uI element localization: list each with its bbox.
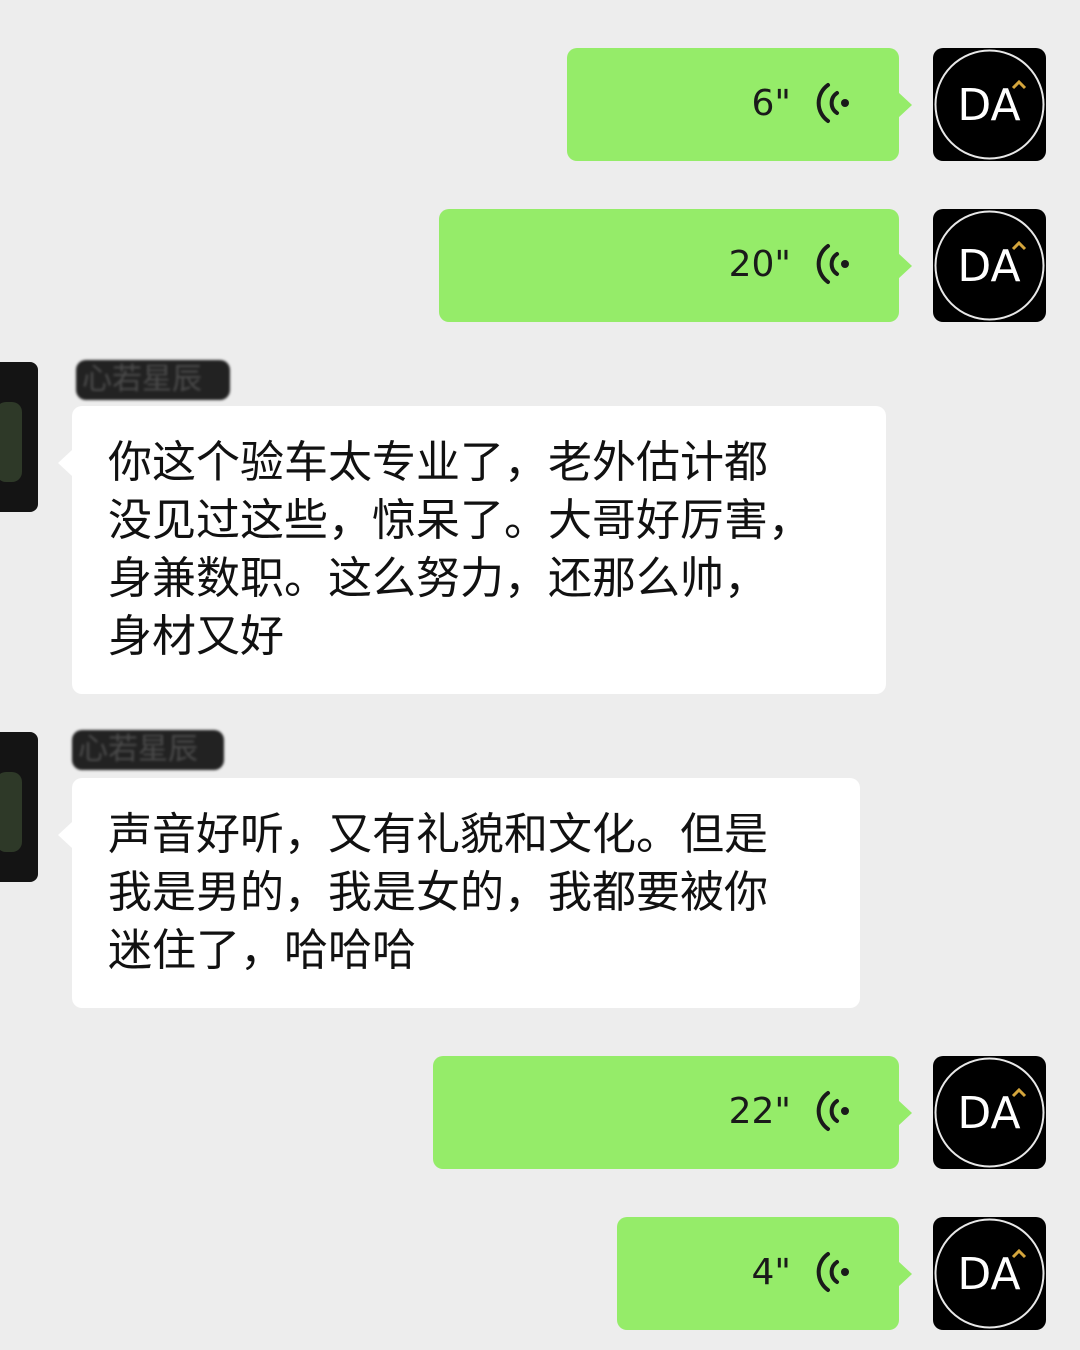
voice-message-bubble[interactable]: 20" [439,209,912,322]
message-line: 迷住了，哈哈哈 [108,925,416,976]
voice-wave-icon [815,1090,851,1136]
voice-message-bubble[interactable]: 6" [567,48,912,161]
message-line: 身兼数职。这么努力，还那么帅， [108,553,768,604]
avatar[interactable]: DA [933,209,1046,322]
avatar-text: DA [957,80,1020,131]
voice-duration: 20" [728,244,791,285]
avatar[interactable]: DA [933,1217,1046,1330]
avatar-text: DA [957,241,1020,292]
voice-wave-icon [815,82,851,128]
sender-name: 心若星辰 [76,360,230,400]
voice-duration: 22" [728,1091,791,1132]
text-message-bubble[interactable]: 声音好听，又有礼貌和文化。但是 我是男的，我是女的，我都要被你 迷住了，哈哈哈 [58,778,860,1008]
avatar-text: DA [957,1088,1020,1139]
voice-duration: 6" [751,83,791,124]
voice-message-bubble[interactable]: 4" [617,1217,912,1330]
avatar[interactable] [0,362,38,512]
message-line: 身材又好 [108,611,284,662]
voice-wave-icon [815,1251,851,1297]
voice-message-bubble[interactable]: 22" [433,1056,912,1169]
avatar[interactable]: DA [933,1056,1046,1169]
message-line: 没见过这些，惊呆了。大哥好厉害， [108,495,812,546]
avatar[interactable] [0,732,38,882]
voice-duration: 4" [751,1252,791,1293]
avatar[interactable]: DA [933,48,1046,161]
avatar-text: DA [957,1249,1020,1300]
message-line: 你这个验车太专业了，老外估计都 [108,437,768,488]
message-line: 声音好听，又有礼貌和文化。但是 [108,809,768,860]
text-message-bubble[interactable]: 你这个验车太专业了，老外估计都 没见过这些，惊呆了。大哥好厉害， 身兼数职。这么… [58,406,886,694]
voice-wave-icon [815,243,851,289]
sender-name: 心若星辰 [72,730,224,770]
message-line: 我是男的，我是女的，我都要被你 [108,867,768,918]
